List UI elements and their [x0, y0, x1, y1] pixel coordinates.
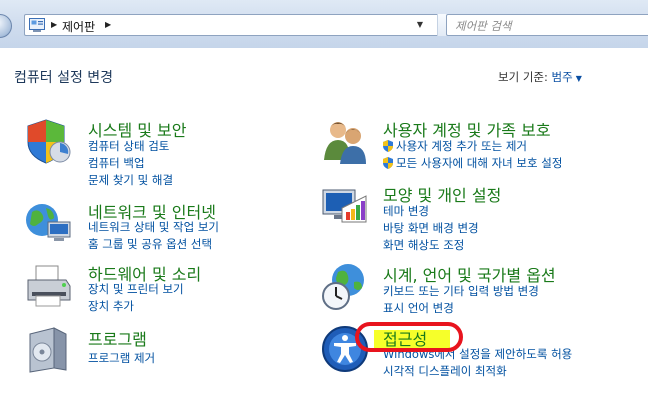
- control-panel-icon: [29, 18, 45, 32]
- breadcrumb-control-panel[interactable]: 제어판: [62, 18, 95, 35]
- address-toolbar: ▶ 제어판 ▶ ▼ 제어판 검색: [0, 0, 648, 48]
- breadcrumb-separator-icon[interactable]: ▶: [105, 20, 111, 29]
- clock-globe-icon[interactable]: [320, 262, 370, 312]
- network-globe-icon[interactable]: [24, 198, 74, 248]
- link-review-computer-status[interactable]: 컴퓨터 상태 검토: [88, 138, 169, 154]
- link-add-device[interactable]: 장치 추가: [88, 298, 134, 314]
- link-add-remove-user-label: 사용자 계정 추가 또는 제거: [396, 139, 528, 153]
- link-change-theme[interactable]: 테마 변경: [383, 203, 429, 219]
- link-homegroup-sharing[interactable]: 홈 그룹 및 공유 옵션 선택: [88, 236, 212, 252]
- view-by-dropdown[interactable]: 범주: [552, 70, 573, 84]
- uac-shield-icon: [383, 140, 393, 152]
- display-palette-icon[interactable]: [320, 182, 370, 232]
- link-change-display-language[interactable]: 표시 언어 변경: [383, 300, 454, 316]
- link-network-status[interactable]: 네트워크 상태 및 작업 보기: [88, 219, 219, 235]
- category-title-programs[interactable]: 프로그램: [88, 326, 147, 350]
- search-input[interactable]: 제어판 검색: [446, 14, 648, 36]
- link-parental-controls-label: 모든 사용자에 대해 자녀 보호 설정: [396, 156, 563, 170]
- link-adjust-resolution[interactable]: 화면 해상도 조정: [383, 237, 464, 253]
- link-optimize-visual-display[interactable]: 시각적 디스플레이 최적화: [383, 363, 507, 379]
- page-title: 컴퓨터 설정 변경: [14, 70, 114, 86]
- link-troubleshoot[interactable]: 문제 찾기 및 해결: [88, 172, 173, 188]
- link-backup-computer[interactable]: 컴퓨터 백업: [88, 155, 145, 171]
- users-icon[interactable]: [320, 116, 370, 166]
- printer-icon[interactable]: [24, 262, 74, 312]
- chevron-down-icon[interactable]: ▼: [403, 15, 437, 35]
- back-button[interactable]: [0, 14, 12, 38]
- chevron-down-icon[interactable]: ▼: [576, 74, 582, 83]
- annotation-red-oval: [355, 322, 463, 352]
- uac-shield-icon: [383, 157, 393, 169]
- breadcrumb-separator-icon[interactable]: ▶: [51, 20, 57, 29]
- link-change-background[interactable]: 바탕 화면 배경 변경: [383, 220, 479, 236]
- view-by-control: 보기 기준: 범주 ▼: [498, 69, 582, 85]
- link-devices-printers[interactable]: 장치 및 프린터 보기: [88, 281, 184, 297]
- link-add-remove-user[interactable]: 사용자 계정 추가 또는 제거: [383, 138, 527, 154]
- programs-box-icon[interactable]: [24, 324, 74, 374]
- link-change-input-method[interactable]: 키보드 또는 기타 입력 방법 변경: [383, 283, 539, 299]
- shield-icon[interactable]: [24, 116, 74, 166]
- link-uninstall-program[interactable]: 프로그램 제거: [88, 350, 155, 366]
- view-by-label: 보기 기준:: [498, 70, 548, 84]
- search-placeholder: 제어판 검색: [455, 19, 512, 33]
- link-parental-controls[interactable]: 모든 사용자에 대해 자녀 보호 설정: [383, 155, 562, 171]
- address-bar[interactable]: ▶ 제어판 ▶ ▼: [24, 14, 465, 36]
